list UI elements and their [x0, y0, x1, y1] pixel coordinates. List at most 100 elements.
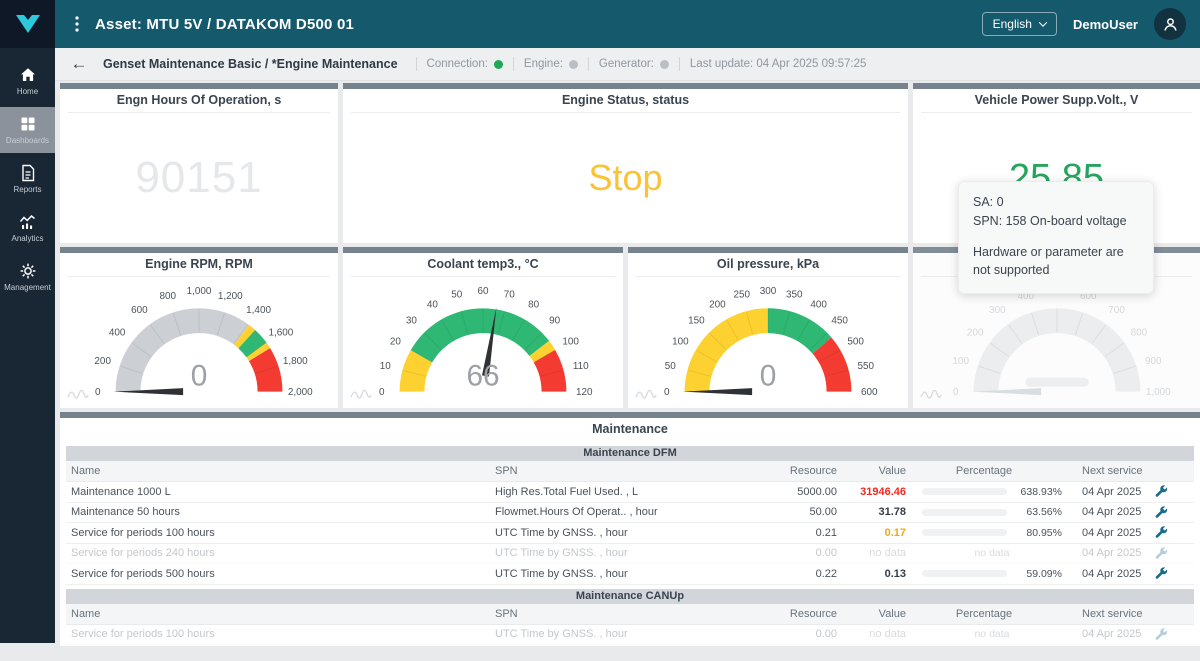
back-arrow-icon[interactable]: ←	[65, 54, 93, 74]
svg-text:200: 200	[709, 299, 726, 310]
user-avatar[interactable]	[1154, 8, 1186, 40]
cell-name: Maintenance 1000 L	[66, 486, 495, 498]
svg-text:40: 40	[427, 299, 439, 310]
svg-text:800: 800	[159, 291, 176, 302]
col-name: Name	[66, 608, 495, 620]
svg-text:120: 120	[576, 387, 593, 398]
wrench-icon[interactable]	[1155, 506, 1168, 519]
svg-text:60: 60	[477, 286, 489, 297]
kebab-menu-icon[interactable]	[75, 15, 79, 33]
percentage-label: 63.56%	[1013, 506, 1062, 518]
svg-text:350: 350	[786, 289, 803, 300]
percentage-label: 59.09%	[1013, 568, 1062, 580]
sidebar-item-reports[interactable]: Reports	[0, 156, 55, 202]
table-row: Maintenance 50 hours Flowmet.Hours Of Op…	[66, 503, 1194, 524]
status-dot	[660, 60, 669, 69]
svg-text:800: 800	[1130, 328, 1147, 339]
status-label: Engine:	[524, 58, 563, 70]
svg-text:0: 0	[664, 387, 670, 398]
wrench-icon[interactable]	[1155, 567, 1168, 580]
app-root: Home Dashboards Reports Analytics Manage…	[0, 0, 1200, 661]
analytics-icon	[18, 213, 37, 231]
separator	[588, 57, 589, 71]
cell-next-service: 04 Apr 2025	[1062, 568, 1154, 580]
cell-actions	[1154, 485, 1194, 498]
trend-icon[interactable]	[349, 386, 379, 404]
sidebar-item-analytics[interactable]: Analytics	[0, 205, 55, 251]
cell-value: 31946.46	[837, 486, 906, 498]
sidebar-item-label: Home	[17, 87, 38, 96]
progress-bar	[922, 509, 1007, 516]
col-value: Value	[837, 465, 906, 477]
svg-text:50: 50	[665, 361, 677, 372]
cell-percentage: no data	[906, 628, 1062, 640]
sidebar-item-label: Reports	[13, 185, 41, 194]
wrench-icon[interactable]	[1155, 628, 1168, 641]
trend-icon[interactable]	[634, 386, 664, 404]
value-card-value: 90151	[60, 113, 338, 243]
table-section: Maintenance DFM Name SPN Resource Value …	[66, 446, 1194, 585]
cell-resource: 0.00	[719, 628, 837, 640]
language-selector[interactable]: English	[982, 12, 1057, 36]
cell-spn: UTC Time by GNSS. , hour	[495, 568, 719, 580]
svg-text:250: 250	[734, 289, 751, 300]
maintenance-title: Maintenance	[60, 418, 1200, 440]
dashboard-content: Engn Hours Of Operation, s 90151 Engine …	[55, 81, 1200, 661]
sidebar-item-dashboards[interactable]: Dashboards	[0, 107, 55, 153]
separator	[416, 57, 417, 71]
gauge-card: Engine RPM, RPM 02004006008001,0001,2001…	[60, 247, 338, 408]
cell-next-service: 04 Apr 2025	[1062, 527, 1154, 539]
sidebar-nav: Home Dashboards Reports Analytics Manage…	[0, 48, 55, 303]
value-card-title: Engn Hours Of Operation, s	[68, 89, 330, 113]
svg-text:550: 550	[858, 361, 875, 372]
svg-text:400: 400	[109, 328, 126, 339]
col-next-service: Next service	[1062, 608, 1154, 620]
svg-text:0: 0	[952, 387, 958, 398]
svg-text:200: 200	[94, 356, 111, 367]
col-value: Value	[837, 608, 906, 620]
trend-icon[interactable]	[919, 386, 949, 404]
trend-icon[interactable]	[66, 386, 96, 404]
status-item: Generator:	[588, 57, 669, 71]
value-card-value: Stop	[343, 113, 908, 243]
app-logo[interactable]	[0, 0, 55, 48]
wrench-icon[interactable]	[1155, 485, 1168, 498]
percentage-label: no data	[922, 547, 1062, 559]
tooltip-spn: SPN: 158 On-board voltage	[973, 212, 1139, 231]
gauge-chart: 01002003004005006007008009001,000	[918, 280, 1196, 407]
cell-resource: 0.00	[719, 547, 837, 559]
separator	[679, 57, 680, 71]
svg-text:30: 30	[406, 316, 418, 327]
tooltip-sa: SA: 0	[973, 193, 1139, 212]
sidebar-item-management[interactable]: Management	[0, 254, 55, 300]
gauge-card: Oil pressure, kPa 0501001502002503003504…	[628, 247, 908, 408]
cell-value: 0.13	[837, 568, 906, 580]
sidebar-item-home[interactable]: Home	[0, 58, 55, 104]
table-row: Service for periods 500 hours UTC Time b…	[66, 564, 1194, 585]
cell-name: Service for periods 100 hours	[66, 527, 495, 539]
svg-text:50: 50	[451, 289, 463, 300]
progress-bar	[922, 529, 1007, 536]
svg-text:1,200: 1,200	[218, 291, 243, 302]
cell-next-service: 04 Apr 2025	[1062, 506, 1154, 518]
svg-text:20: 20	[390, 336, 402, 347]
status-item: Connection:	[416, 57, 503, 71]
percentage-label: no data	[922, 628, 1062, 640]
percentage-label: 80.95%	[1013, 527, 1062, 539]
cell-spn: UTC Time by GNSS. , hour	[495, 547, 719, 559]
sidebar: Home Dashboards Reports Analytics Manage…	[0, 0, 55, 643]
cell-percentage: 63.56%	[906, 506, 1062, 518]
wrench-icon[interactable]	[1155, 526, 1168, 539]
gauge-card-title: Engine RPM, RPM	[68, 253, 330, 277]
widget-grid: Engn Hours Of Operation, s 90151 Engine …	[60, 83, 1200, 646]
status-dot	[494, 60, 503, 69]
col-spn: SPN	[495, 465, 719, 477]
wrench-icon[interactable]	[1155, 547, 1168, 560]
section-header: Maintenance DFM	[66, 446, 1194, 461]
table-row: Service for periods 100 hours UTC Time b…	[66, 523, 1194, 544]
svg-text:70: 70	[504, 289, 516, 300]
svg-text:400: 400	[810, 299, 827, 310]
col-resource: Resource	[719, 465, 837, 477]
cell-value: no data	[837, 628, 906, 640]
svg-text:0: 0	[760, 360, 777, 393]
